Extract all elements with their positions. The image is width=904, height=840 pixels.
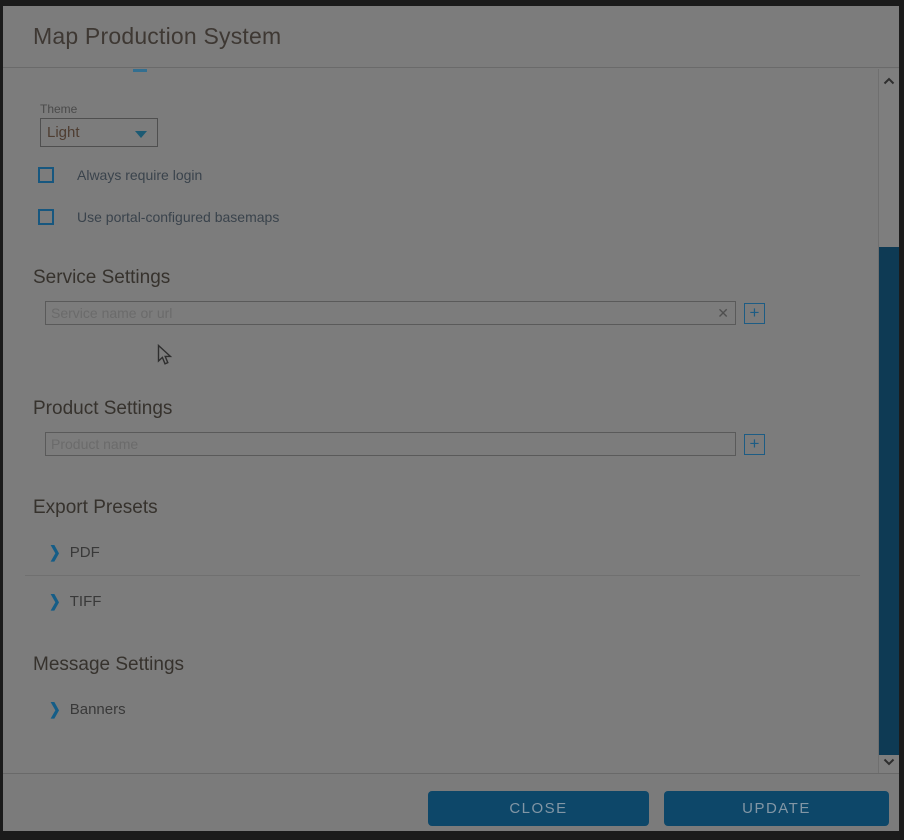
scrollbar-thumb[interactable] [879, 247, 899, 755]
export-preset-tiff-label: TIFF [70, 593, 102, 610]
service-input-wrap: ✕ [45, 301, 736, 325]
chevron-down-icon [135, 131, 147, 138]
add-service-button[interactable]: + [744, 303, 765, 324]
always-require-login-checkbox[interactable] [38, 167, 54, 183]
chevron-right-icon: ❯ [49, 591, 61, 611]
chevron-down-icon [883, 758, 895, 766]
dialog-title: Map Production System [33, 23, 281, 50]
always-require-login-label: Always require login [77, 167, 202, 183]
portal-basemaps-checkbox[interactable] [38, 209, 54, 225]
scroll-down-button[interactable] [879, 753, 899, 771]
portal-basemaps-label: Use portal-configured basemaps [77, 209, 279, 225]
divider [25, 575, 860, 576]
message-banners[interactable]: ❯ Banners [49, 699, 126, 719]
chevron-right-icon: ❯ [49, 699, 61, 719]
always-require-login-row: Always require login [38, 165, 202, 185]
portal-basemaps-row: Use portal-configured basemaps [38, 207, 279, 227]
chevron-up-icon [883, 77, 895, 85]
dialog-footer: CLOSE UPDATE [3, 773, 899, 831]
theme-select[interactable]: Light [40, 118, 158, 147]
service-name-input[interactable] [45, 301, 736, 325]
message-settings-heading: Message Settings [33, 654, 184, 676]
export-preset-pdf[interactable]: ❯ PDF [49, 542, 100, 562]
scroll-up-button[interactable] [879, 72, 899, 90]
add-product-button[interactable]: + [744, 434, 765, 455]
plus-icon: + [750, 303, 760, 322]
close-button[interactable]: CLOSE [428, 791, 649, 826]
theme-select-value: Light [47, 124, 80, 141]
update-button[interactable]: UPDATE [664, 791, 889, 826]
product-input-wrap [45, 432, 736, 456]
dialog-header: Map Production System [3, 6, 899, 68]
product-settings-heading: Product Settings [33, 398, 172, 420]
export-preset-tiff[interactable]: ❯ TIFF [49, 591, 101, 611]
export-presets-heading: Export Presets [33, 497, 158, 519]
message-banners-label: Banners [70, 701, 126, 718]
theme-label: Theme [40, 102, 77, 116]
plus-icon: + [750, 434, 760, 453]
vertical-scrollbar[interactable] [878, 69, 899, 773]
product-name-input[interactable] [45, 432, 736, 456]
map-production-dialog: Map Production System Theme Light Always… [3, 6, 899, 831]
chevron-right-icon: ❯ [49, 542, 61, 562]
service-settings-heading: Service Settings [33, 267, 170, 289]
export-preset-pdf-label: PDF [70, 544, 100, 561]
clear-icon[interactable]: ✕ [717, 304, 729, 322]
clipped-scrolled-element [133, 69, 147, 72]
screen-overlay: Map Production System Theme Light Always… [0, 0, 904, 840]
